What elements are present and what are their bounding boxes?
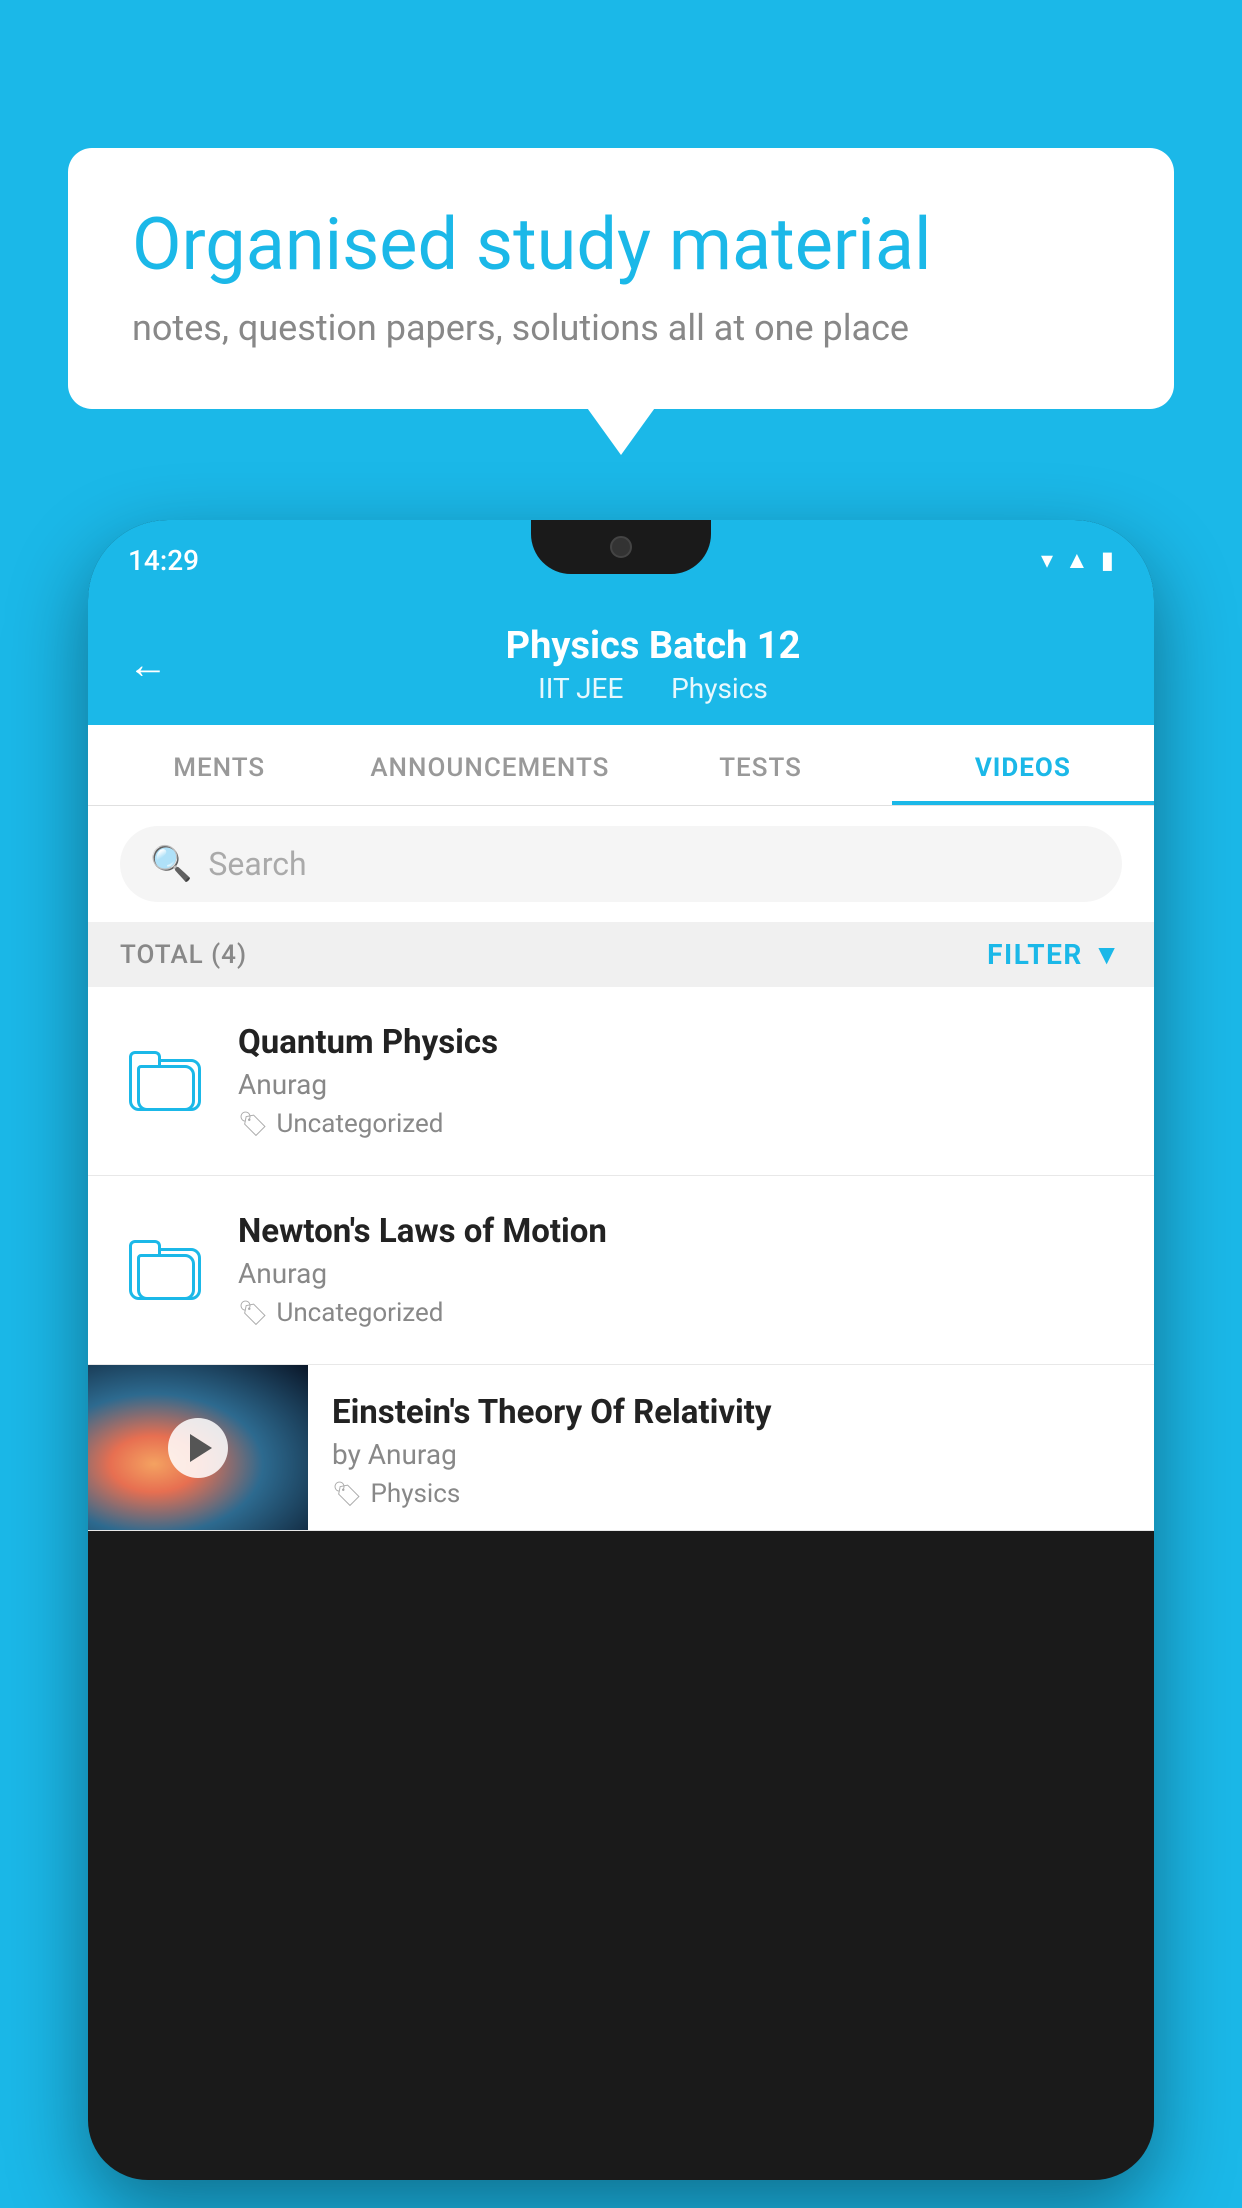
list-item[interactable]: Quantum Physics Anurag 🏷 Uncategorized — [88, 987, 1154, 1176]
total-count-label: TOTAL (4) — [120, 940, 247, 970]
play-button[interactable] — [168, 1418, 228, 1478]
list-item[interactable]: Newton's Laws of Motion Anurag 🏷 Uncateg… — [88, 1176, 1154, 1365]
speech-bubble-section: Organised study material notes, question… — [68, 148, 1174, 409]
item-icon-area — [120, 1240, 210, 1300]
video-author: by Anurag — [332, 1438, 1130, 1471]
header-title: Physics Batch 12 — [192, 624, 1114, 668]
phone-mockup: 14:29 ▾ ▲ ▮ ← Physics Batch 12 IIT JEE P… — [88, 520, 1154, 2208]
tab-tests[interactable]: TESTS — [629, 725, 891, 805]
header-title-block: Physics Batch 12 IIT JEE Physics — [192, 624, 1114, 705]
list-item-video[interactable]: Einstein's Theory Of Relativity by Anura… — [88, 1365, 1154, 1531]
item-author: Anurag — [238, 1068, 1122, 1101]
signal-icon: ▲ — [1065, 546, 1089, 575]
status-icons-group: ▾ ▲ ▮ — [1041, 546, 1114, 575]
tab-videos[interactable]: VIDEOS — [892, 725, 1154, 805]
tag-icon: 🏷 — [238, 1110, 268, 1138]
search-placeholder: Search — [208, 845, 306, 883]
phone-notch — [531, 520, 711, 574]
search-container: 🔍 Search — [88, 806, 1154, 922]
video-title: Einstein's Theory Of Relativity — [332, 1393, 1130, 1432]
status-bar: 14:29 ▾ ▲ ▮ — [88, 520, 1154, 600]
filter-icon: ▼ — [1093, 938, 1122, 971]
item-text-area: Newton's Laws of Motion Anurag 🏷 Uncateg… — [238, 1212, 1122, 1328]
item-tag: 🏷 Uncategorized — [238, 1109, 1122, 1139]
tab-ments[interactable]: MENTS — [88, 725, 350, 805]
item-tag-label: Uncategorized — [276, 1109, 443, 1139]
folder-front — [137, 1065, 195, 1111]
phone-frame: 14:29 ▾ ▲ ▮ ← Physics Batch 12 IIT JEE P… — [88, 520, 1154, 2180]
bubble-title: Organised study material — [132, 204, 1110, 287]
video-list: Quantum Physics Anurag 🏷 Uncategorized — [88, 987, 1154, 1531]
item-tag-label: Uncategorized — [276, 1298, 443, 1328]
folder-icon — [129, 1051, 201, 1111]
filter-label: FILTER — [987, 938, 1083, 971]
play-triangle-icon — [190, 1434, 212, 1462]
video-text-area: Einstein's Theory Of Relativity by Anura… — [308, 1365, 1154, 1525]
bubble-subtitle: notes, question papers, solutions all at… — [132, 307, 1110, 349]
speech-bubble-card: Organised study material notes, question… — [68, 148, 1174, 409]
video-thumbnail — [88, 1365, 308, 1530]
front-camera — [610, 536, 632, 558]
search-bar[interactable]: 🔍 Search — [120, 826, 1122, 902]
app-header: ← Physics Batch 12 IIT JEE Physics — [88, 600, 1154, 725]
video-tag-label: Physics — [370, 1479, 460, 1509]
search-icon: 🔍 — [150, 844, 192, 884]
header-subtitle-physics: Physics — [671, 672, 768, 705]
tabs-bar: MENTS ANNOUNCEMENTS TESTS VIDEOS — [88, 725, 1154, 806]
back-button[interactable]: ← — [128, 641, 168, 688]
battery-icon: ▮ — [1101, 546, 1114, 574]
item-title: Quantum Physics — [238, 1023, 1122, 1062]
folder-icon — [129, 1240, 201, 1300]
video-tag: 🏷 Physics — [332, 1479, 1130, 1509]
tag-icon: 🏷 — [332, 1480, 362, 1508]
folder-front — [137, 1254, 195, 1300]
filter-button[interactable]: FILTER ▼ — [987, 938, 1122, 971]
item-text-area: Quantum Physics Anurag 🏷 Uncategorized — [238, 1023, 1122, 1139]
item-title: Newton's Laws of Motion — [238, 1212, 1122, 1251]
item-icon-area — [120, 1051, 210, 1111]
item-tag: 🏷 Uncategorized — [238, 1298, 1122, 1328]
header-subtitle: IIT JEE Physics — [192, 672, 1114, 705]
item-author: Anurag — [238, 1257, 1122, 1290]
wifi-icon: ▾ — [1041, 546, 1053, 574]
tag-icon: 🏷 — [238, 1299, 268, 1327]
header-subtitle-iit: IIT JEE — [538, 672, 623, 705]
status-time: 14:29 — [128, 544, 199, 577]
tab-announcements[interactable]: ANNOUNCEMENTS — [350, 725, 629, 805]
filter-bar: TOTAL (4) FILTER ▼ — [88, 922, 1154, 987]
